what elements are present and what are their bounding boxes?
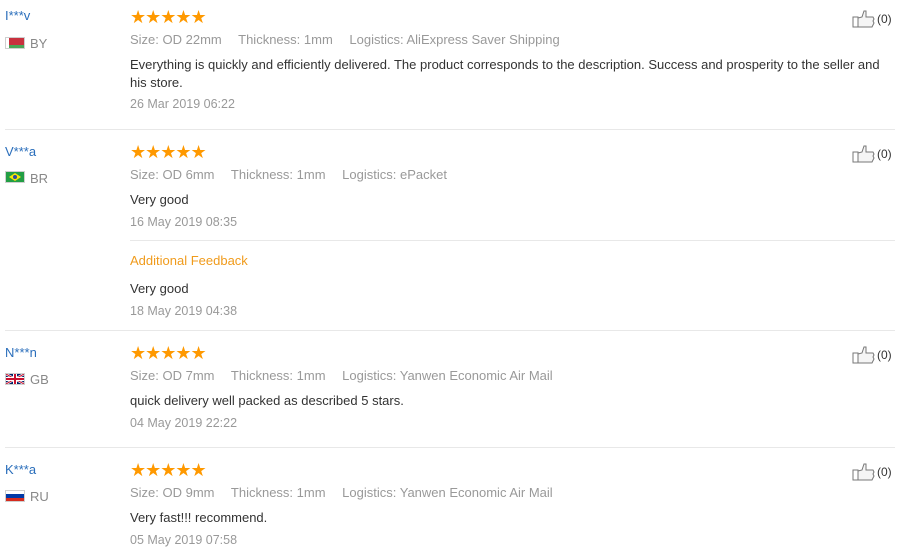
thickness-attribute: Thickness: 1mm [230,167,326,182]
review-attributes: Size: OD 7mm Thickness: 1mm Logistics: Y… [130,368,566,383]
helpful-button[interactable]: (0) [852,463,892,481]
logistics-attribute: Logistics: ePacket [342,167,447,182]
rating-stars: ★★★★★ [130,343,207,363]
reviewer-name[interactable]: K***a [5,462,36,477]
helpful-count: (0) [877,147,892,161]
thumbs-up-icon [852,145,875,163]
helpful-button[interactable]: (0) [852,346,892,364]
helpful-button[interactable]: (0) [852,145,892,163]
logistics-attribute: Logistics: Yanwen Economic Air Mail [342,368,553,383]
helpful-count: (0) [877,348,892,362]
review-date: 04 May 2019 22:22 [130,416,238,430]
reviewer-country: GB [30,372,49,387]
review-date: 26 Mar 2019 06:22 [130,97,235,111]
thumbs-up-icon [852,10,875,28]
thickness-attribute: Thickness: 1mm [230,485,326,500]
review-date: 16 May 2019 08:35 [130,215,238,229]
review-text: Everything is quickly and efficiently de… [130,57,880,90]
logistics-attribute: Logistics: Yanwen Economic Air Mail [342,485,553,500]
thickness-attribute: Thickness: 1mm [230,368,326,383]
helpful-count: (0) [877,465,892,479]
review-divider [5,129,895,130]
additional-feedback-divider [130,240,895,241]
thumbs-up-icon [852,346,875,364]
additional-feedback-date: 18 May 2019 04:38 [130,304,238,318]
reviewer-name[interactable]: N***n [5,345,37,360]
rating-stars: ★★★★★ [130,142,207,162]
reviewer-name[interactable]: V***a [5,144,36,159]
helpful-count: (0) [877,12,892,26]
additional-feedback-text: Very good [130,281,189,296]
flag-gb-icon [5,373,25,385]
additional-feedback-label: Additional Feedback [130,253,248,268]
flag-by-icon [5,37,25,49]
review-divider [5,330,895,331]
reviewer-name[interactable]: I***v [5,8,30,23]
review-date: 05 May 2019 07:58 [130,533,238,547]
review-text: Very fast!!! recommend. [130,510,268,525]
review-attributes: Size: OD 22mm Thickness: 1mm Logistics: … [130,32,573,47]
flag-ru-icon [5,490,25,502]
rating-stars: ★★★★★ [130,7,207,27]
logistics-attribute: Logistics: AliExpress Saver Shipping [349,32,560,47]
size-attribute: Size: OD 9mm [130,485,215,500]
helpful-button[interactable]: (0) [852,10,892,28]
review-text: quick delivery well packed as described … [130,393,404,408]
review-divider [5,447,895,448]
thickness-attribute: Thickness: 1mm [238,32,333,47]
size-attribute: Size: OD 6mm [130,167,215,182]
rating-stars: ★★★★★ [130,460,207,480]
flag-br-icon [5,171,25,183]
review-attributes: Size: OD 6mm Thickness: 1mm Logistics: e… [130,167,460,182]
review-attributes: Size: OD 9mm Thickness: 1mm Logistics: Y… [130,485,566,500]
reviewer-country: BY [30,36,48,51]
reviewer-country: RU [30,489,49,504]
size-attribute: Size: OD 22mm [130,32,222,47]
thumbs-up-icon [852,463,875,481]
size-attribute: Size: OD 7mm [130,368,215,383]
review-text: Very good [130,192,189,207]
reviewer-country: BR [30,171,49,186]
